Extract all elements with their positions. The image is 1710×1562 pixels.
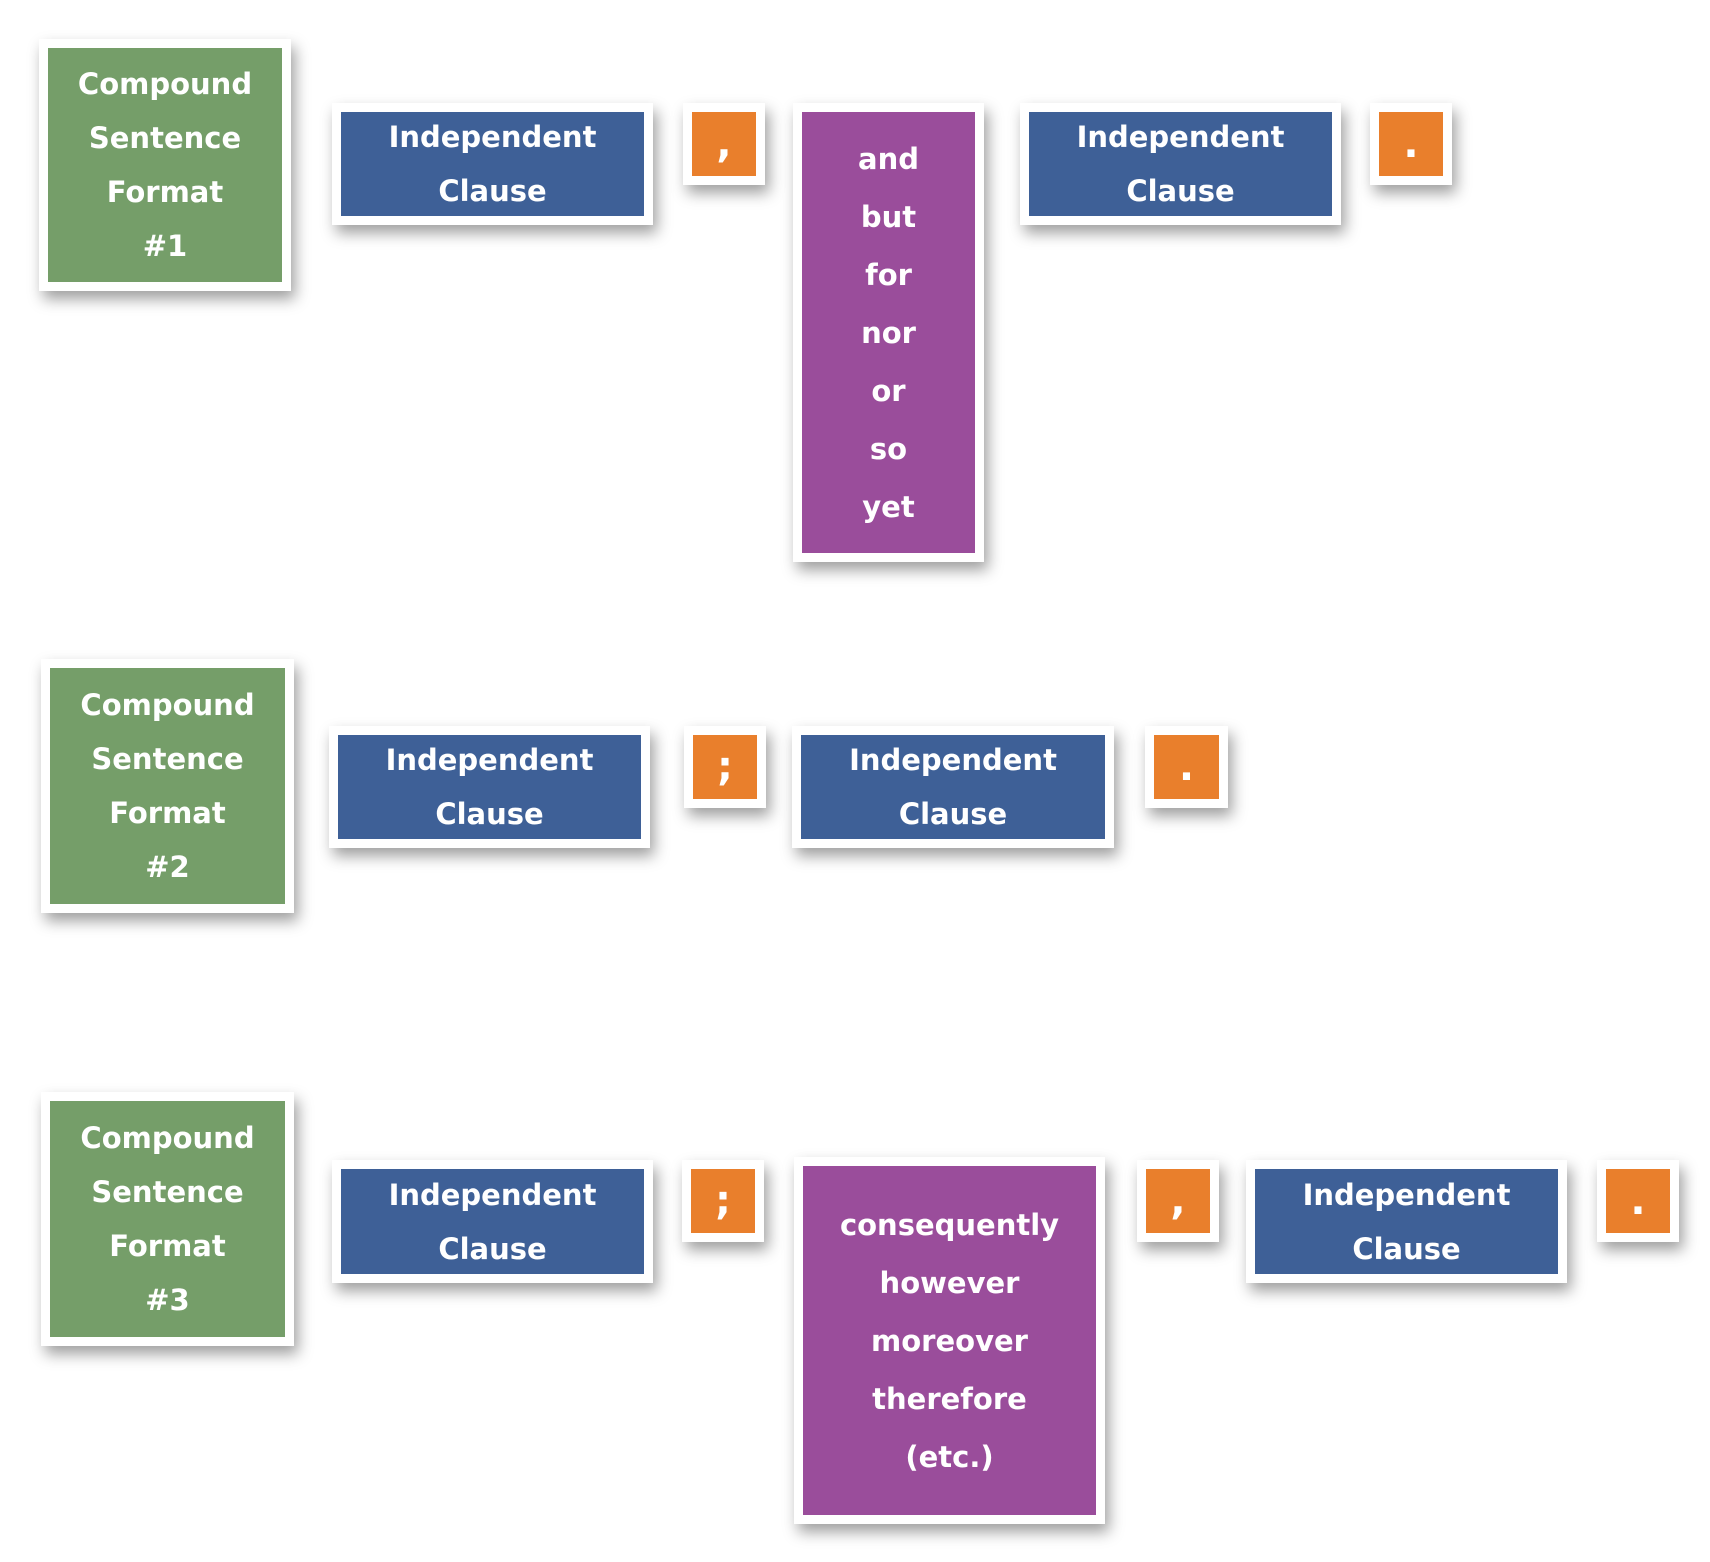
conjunction: or	[871, 373, 906, 408]
period-box: .	[1145, 726, 1228, 808]
clause-line: Clause	[1352, 1231, 1461, 1266]
independent-clause-box: Independent Clause	[1246, 1160, 1567, 1283]
conjunction: but	[860, 199, 917, 234]
clause-line: Independent	[388, 120, 597, 154]
comma-box: ,	[1137, 1160, 1219, 1242]
punctuation-symbol: .	[1403, 121, 1419, 167]
independent-clause-box: Independent Clause	[792, 726, 1114, 848]
conjunctive-adverb: however	[879, 1265, 1020, 1300]
clause-line: Independent	[1076, 120, 1285, 154]
format-2-title-box: Compound Sentence Format #2	[41, 659, 294, 913]
independent-clause-box: Independent Clause	[332, 1160, 653, 1283]
clause-line: Clause	[438, 174, 547, 208]
conjunction: and	[858, 141, 919, 176]
title-line: Compound	[80, 1121, 255, 1155]
punctuation-symbol: ,	[716, 121, 732, 167]
punctuation-symbol: ;	[717, 744, 733, 790]
conjunctive-adverb: (etc.)	[905, 1439, 994, 1474]
title-line: Format	[109, 1229, 226, 1263]
punctuation-symbol: ;	[715, 1178, 731, 1224]
independent-clause-box: Independent Clause	[329, 726, 650, 848]
clause-line: Clause	[438, 1231, 547, 1266]
clause-line: Independent	[388, 1177, 597, 1212]
conjunctive-adverb: therefore	[872, 1381, 1027, 1416]
clause-line: Independent	[1302, 1177, 1511, 1212]
title-line: Sentence	[91, 1175, 244, 1209]
period-box: .	[1597, 1160, 1679, 1242]
conjunction: yet	[862, 489, 915, 524]
conjunction: so	[869, 431, 908, 466]
independent-clause-box: Independent Clause	[332, 103, 653, 225]
punctuation-symbol: .	[1630, 1178, 1646, 1224]
punctuation-symbol: .	[1178, 744, 1195, 790]
clause-line: Independent	[385, 743, 594, 777]
conjunction: for	[865, 257, 912, 292]
conjunctive-adverbs-box: consequently however moreover therefore …	[794, 1157, 1105, 1524]
conjunctive-adverb: moreover	[871, 1323, 1028, 1358]
title-line: Compound	[80, 688, 255, 722]
title-line: #2	[145, 850, 190, 884]
title-line: #3	[145, 1283, 190, 1317]
format-3-title-box: Compound Sentence Format #3	[41, 1092, 294, 1346]
clause-line: Independent	[849, 743, 1057, 777]
title-line: Format	[106, 175, 224, 209]
title-line: #1	[142, 229, 188, 263]
comma-box: ,	[683, 103, 765, 185]
conjunctive-adverb: consequently	[839, 1207, 1060, 1242]
punctuation-symbol: ,	[1170, 1178, 1186, 1224]
coordinating-conjunctions-box: and but for nor or so yet	[793, 103, 984, 562]
title-line: Format	[109, 796, 226, 830]
format-1-title-box: Compound Sentence Format #1	[39, 39, 291, 291]
semicolon-box: ;	[682, 1160, 764, 1242]
clause-line: Clause	[435, 797, 544, 831]
conjunction: nor	[861, 315, 916, 350]
title-line: Sentence	[91, 742, 244, 776]
period-box: .	[1370, 103, 1452, 185]
independent-clause-box: Independent Clause	[1020, 103, 1341, 225]
title-line: Compound	[77, 67, 253, 101]
clause-line: Clause	[898, 797, 1008, 831]
clause-line: Clause	[1126, 174, 1235, 208]
semicolon-box: ;	[684, 726, 766, 808]
title-line: Sentence	[88, 121, 242, 155]
